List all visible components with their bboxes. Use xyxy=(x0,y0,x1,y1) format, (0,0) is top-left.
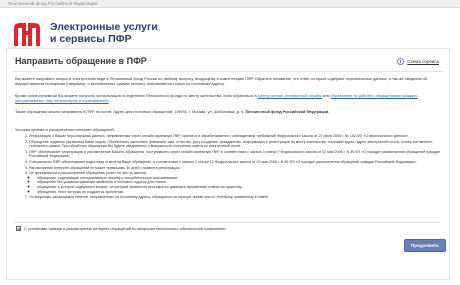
pfr-logo-icon[interactable] xyxy=(9,20,45,48)
top-bar: Пенсионный фонд Российской Федерации xyxy=(0,0,460,8)
conditions-block: Условия приема и рассмотрения интернет-о… xyxy=(15,127,441,201)
intro-p3-prefix: Также обращения можно направлять в ПФР п… xyxy=(15,109,245,114)
continue-button[interactable]: Продолжить xyxy=(404,239,446,252)
agree-checkbox[interactable] xyxy=(16,226,21,231)
condition-item: Специалисты ПФР обеспечивают подготовку … xyxy=(29,160,441,165)
agree-row[interactable]: С условиями приема и рассмотрения интерн… xyxy=(16,226,226,231)
condition-item: Рассмотрение интернет-обращений не может… xyxy=(29,166,441,171)
top-bar-text: Пенсионный фонд Российской Федерации xyxy=(8,1,97,6)
intro-paragraph-2: Кроме online-приемной Вы можете получить… xyxy=(15,93,441,103)
rejection-reason: обращения, текст которых не поддается пр… xyxy=(37,190,441,195)
header: Электронные услуги и сервисы ПФР xyxy=(0,8,460,48)
intro-p3-bold: Пенсионный фонд Российской Федерации. xyxy=(245,109,330,114)
intro-paragraph-1: Вы можете направить запрос в электронном… xyxy=(15,76,428,86)
condition-item-text: Не принимаются к рассмотрению обращения … xyxy=(29,171,148,176)
sitemap-label[interactable]: Схема сервиса xyxy=(407,59,439,64)
condition-item: По вопросам, касающимся ответов, направл… xyxy=(29,195,441,200)
brand-line-1: Электронные услуги xyxy=(50,21,158,33)
condition-item: Не принимаются к рассмотрению обращения … xyxy=(29,171,441,194)
condition-item: ПФР обеспечивает регистрацию и рассмотре… xyxy=(29,150,441,159)
sitemap-link[interactable]: Схема сервиса xyxy=(397,58,439,65)
rejection-reasons-list: обращения, содержащие ненормативную лекс… xyxy=(29,176,441,194)
title-divider xyxy=(13,71,443,72)
conditions-list: Информация о Ваших персональных данных, … xyxy=(15,134,441,200)
agree-label[interactable]: С условиями приема и рассмотрения интерн… xyxy=(24,226,226,231)
intro-p2-mid: или xyxy=(323,93,330,98)
form-divider xyxy=(14,222,440,223)
intro-paragraph-3: Также обращения можно направлять в ПФР п… xyxy=(15,109,441,114)
info-icon xyxy=(397,58,405,65)
brand-title: Электронные услуги и сервисы ПФР xyxy=(50,21,158,45)
brand-line-2: и сервисы ПФР xyxy=(50,33,132,45)
condition-item: Обращение подается указанным Вами лицом.… xyxy=(29,140,441,149)
page-title: Направить обращение в ПФР xyxy=(15,56,147,66)
conditions-title: Условия приема и рассмотрения интернет-о… xyxy=(15,127,115,132)
main-panel: Направить обращение в ПФР Схема сервиса … xyxy=(6,48,450,280)
condition-item: Информация о Ваших персональных данных, … xyxy=(29,134,441,139)
contact-center-link[interactable]: Центр контакт-телефонной службы xyxy=(258,93,322,98)
